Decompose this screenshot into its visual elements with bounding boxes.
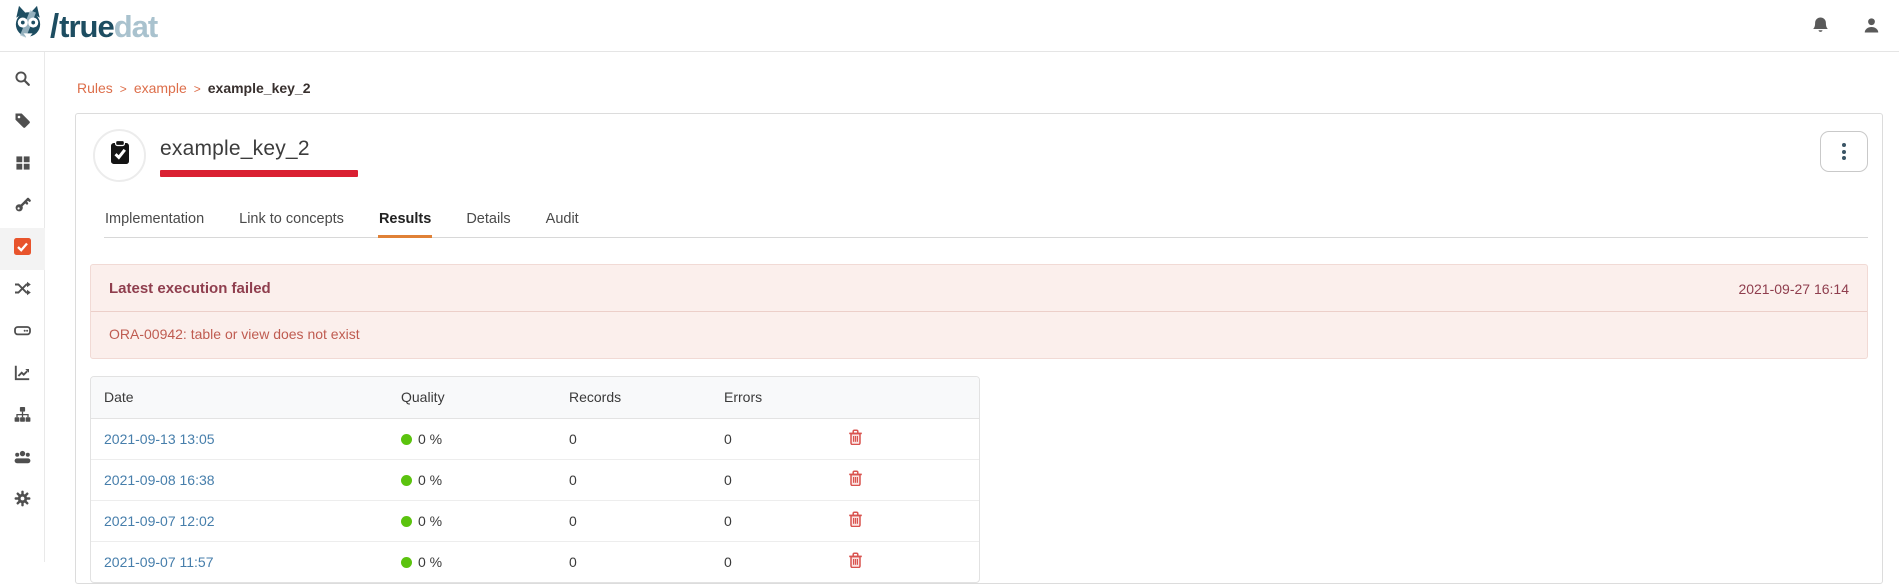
execution-failed-alert: Latest execution failed 2021-09-27 16:14… [90, 264, 1868, 359]
delete-result-button[interactable] [844, 468, 867, 491]
rule-card-header: example_key_2 [90, 128, 1868, 182]
kebab-icon [1842, 143, 1846, 160]
quality-value: 0 % [418, 472, 442, 488]
rule-card: example_key_2 Implementation Link to con… [75, 113, 1883, 584]
records-value: 0 [556, 459, 711, 500]
sidebar-item-lineage[interactable] [0, 270, 45, 312]
hard-drive-icon [14, 322, 31, 344]
quality-value: 0 % [418, 431, 442, 447]
sidebar-item-sources[interactable] [0, 312, 45, 354]
column-header-records: Records [556, 377, 711, 418]
users-icon [14, 448, 31, 470]
records-value: 0 [556, 418, 711, 459]
column-header-errors: Errors [711, 377, 831, 418]
alert-title: Latest execution failed [109, 280, 271, 297]
breadcrumb-separator: > [194, 82, 201, 96]
sitemap-icon [14, 406, 31, 428]
delete-result-button[interactable] [844, 427, 867, 450]
sidebar-item-permissions[interactable] [0, 186, 45, 228]
alert-message: ORA-00942: table or view does not exist [91, 312, 1867, 358]
key-icon [14, 196, 31, 218]
sidebar-item-structures[interactable] [0, 396, 45, 438]
title-underline [160, 170, 358, 177]
sidebar-item-catalog[interactable] [0, 144, 45, 186]
tab-audit[interactable]: Audit [545, 205, 580, 237]
truedat-logo[interactable]: /truedat [10, 5, 157, 46]
tab-bar: Implementation Link to concepts Results … [104, 205, 1868, 238]
header-actions [1811, 16, 1889, 35]
result-date-link[interactable]: 2021-09-08 16:38 [104, 472, 215, 488]
tab-link-to-concepts[interactable]: Link to concepts [238, 205, 345, 237]
breadcrumb-link-rules[interactable]: Rules [77, 80, 113, 96]
logo-wordmark: /truedat [47, 9, 157, 42]
notifications-bell-icon[interactable] [1811, 16, 1830, 35]
more-options-button[interactable] [1820, 131, 1868, 172]
clipboard-check-icon [106, 139, 134, 172]
errors-value: 0 [711, 418, 831, 459]
owl-logo-icon [10, 5, 46, 46]
breadcrumb-current: example_key_2 [208, 80, 311, 96]
alert-timestamp: 2021-09-27 16:14 [1738, 281, 1849, 297]
app-header: /truedat [0, 0, 1899, 52]
user-icon[interactable] [1862, 16, 1881, 35]
search-icon [14, 70, 31, 92]
gear-icon [14, 490, 31, 512]
sidebar [0, 52, 45, 562]
column-header-actions [831, 377, 979, 418]
column-header-date: Date [91, 377, 388, 418]
breadcrumb-separator: > [120, 82, 127, 96]
quality-status-dot [401, 557, 412, 568]
sidebar-item-dashboards[interactable] [0, 354, 45, 396]
result-row: 2021-09-13 13:05 0 % 0 0 [91, 418, 979, 459]
tag-icon [14, 112, 31, 134]
quality-value: 0 % [418, 513, 442, 529]
tab-results[interactable]: Results [378, 205, 432, 237]
quality-status-dot [401, 475, 412, 486]
quality-status-dot [401, 434, 412, 445]
main-content: Rules > example > example_key_2 example_key_… [45, 52, 1899, 562]
breadcrumb-link-example[interactable]: example [134, 80, 187, 96]
sidebar-item-tags[interactable] [0, 102, 45, 144]
sidebar-item-search[interactable] [0, 60, 45, 102]
grid-icon [15, 155, 31, 176]
page-title: example_key_2 [160, 137, 358, 161]
result-date-link[interactable]: 2021-09-13 13:05 [104, 431, 215, 447]
rule-avatar [93, 129, 146, 182]
column-header-quality: Quality [388, 377, 556, 418]
result-row: 2021-09-07 12:02 0 % 0 0 [91, 500, 979, 541]
sidebar-item-settings[interactable] [0, 480, 45, 522]
delete-result-button[interactable] [844, 509, 867, 532]
results-table-card: Date Quality Records Errors 2021-09-13 1… [90, 376, 980, 583]
quality-status-dot [401, 516, 412, 527]
tab-implementation[interactable]: Implementation [104, 205, 205, 237]
check-square-icon [14, 238, 31, 260]
records-value: 0 [556, 500, 711, 541]
trash-icon [848, 470, 863, 489]
result-date-link[interactable]: 2021-09-07 12:02 [104, 513, 215, 529]
results-table-header-row: Date Quality Records Errors [91, 377, 979, 418]
sidebar-item-groups[interactable] [0, 438, 45, 480]
tab-details[interactable]: Details [465, 205, 511, 237]
sidebar-item-rules[interactable] [0, 228, 45, 270]
trash-icon [848, 429, 863, 448]
shuffle-icon [14, 280, 31, 302]
chart-line-icon [14, 364, 31, 386]
errors-value: 0 [711, 459, 831, 500]
breadcrumb: Rules > example > example_key_2 [77, 80, 1883, 96]
results-table: Date Quality Records Errors 2021-09-13 1… [91, 377, 979, 582]
trash-icon [848, 511, 863, 530]
errors-value: 0 [711, 500, 831, 541]
result-row: 2021-09-08 16:38 0 % 0 0 [91, 459, 979, 500]
